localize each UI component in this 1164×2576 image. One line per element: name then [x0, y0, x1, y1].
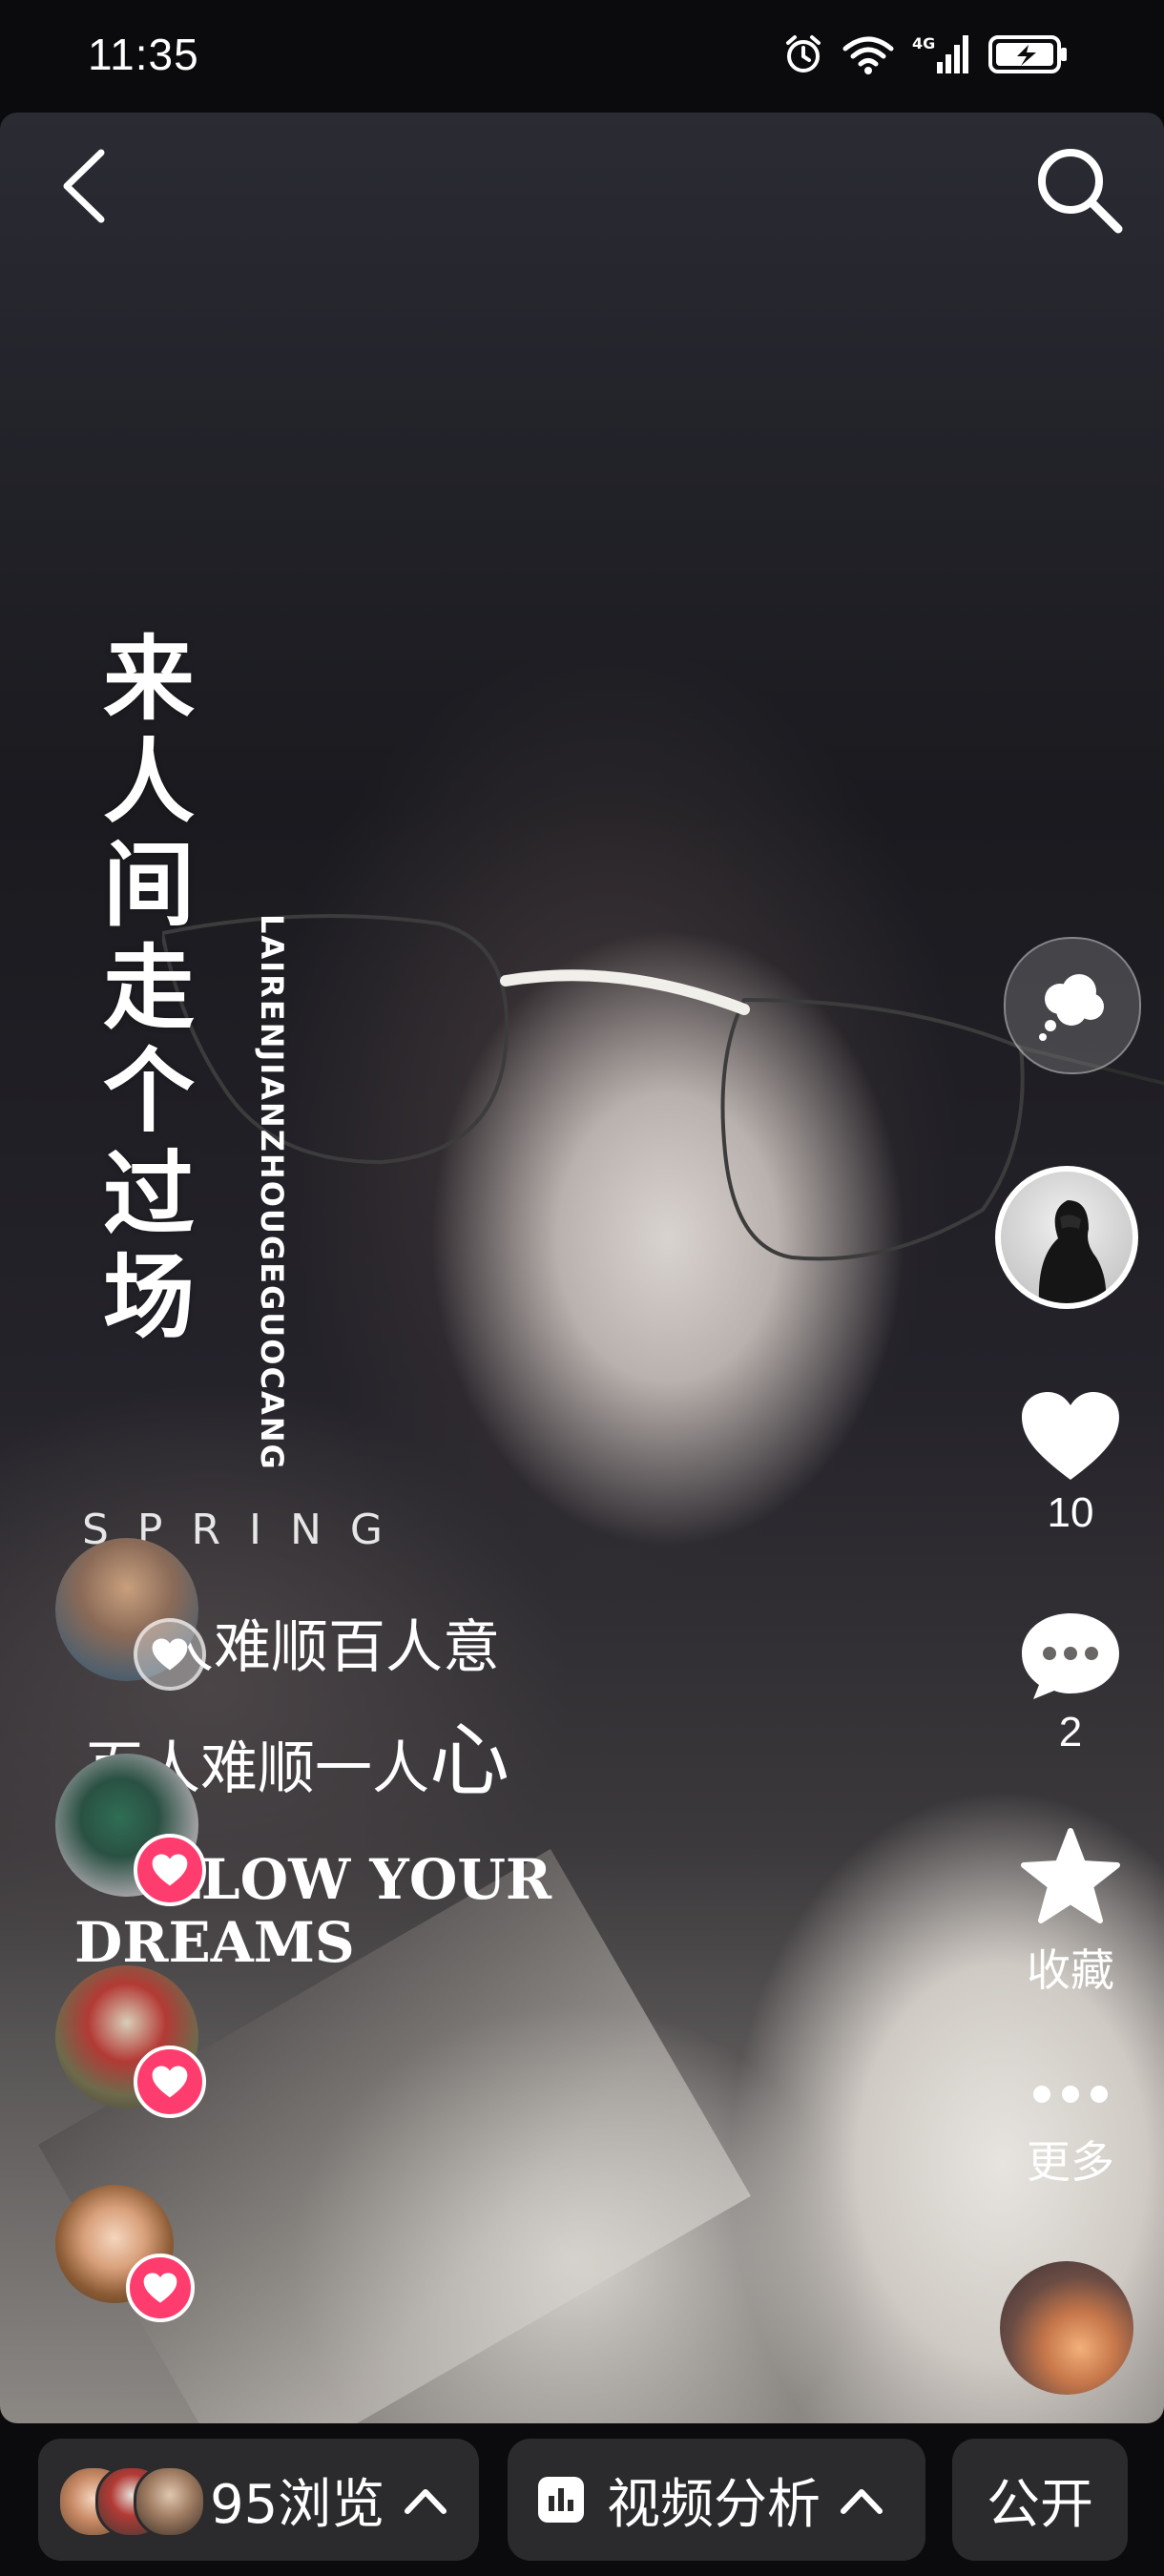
- like-count: 10: [1047, 1489, 1094, 1536]
- heart-icon: [143, 2273, 177, 2303]
- star-icon: [1021, 1828, 1120, 1923]
- like-button[interactable]: 10: [992, 1388, 1149, 1537]
- favorite-button[interactable]: 收藏: [992, 1827, 1149, 1999]
- status-bar: 11:35 4G: [0, 0, 1164, 113]
- overlay-line-2-big: 心: [429, 1714, 510, 1807]
- heart-icon: [1022, 1392, 1119, 1480]
- battery-charging-icon: [988, 35, 1067, 73]
- liker-avatar-3[interactable]: [55, 1965, 206, 2118]
- status-icons: 4G: [782, 31, 1069, 78]
- status-time: 11:35: [88, 30, 199, 79]
- liker-avatar-4[interactable]: [55, 2185, 195, 2322]
- views-button[interactable]: 95浏览: [38, 2439, 479, 2561]
- overlay-line-3: LLOW YOUR: [162, 1847, 552, 1912]
- heart-icon: [152, 1638, 188, 1671]
- comment-count: 2: [1058, 1709, 1083, 1755]
- liker-avatar-2[interactable]: [55, 1754, 206, 1906]
- viewer-avatars: [57, 2463, 206, 2538]
- more-dots-icon: [1033, 2086, 1108, 2103]
- wifi-icon: [842, 36, 894, 74]
- analytics-icon: [538, 2477, 584, 2523]
- music-disc[interactable]: [1000, 2261, 1133, 2395]
- heart-icon: [152, 1854, 188, 1886]
- search-icon[interactable]: [1030, 141, 1126, 237]
- comment-button[interactable]: 2: [992, 1608, 1149, 1756]
- thought-bubble-icon: [1039, 974, 1104, 1041]
- heart-icon: [152, 2066, 188, 2098]
- thought-bubble-button[interactable]: [1004, 937, 1141, 1074]
- video-analysis-button[interactable]: 视频分析: [508, 2439, 925, 2561]
- liked-heart-badge: [134, 2046, 206, 2118]
- cover-title: 来人间走个过场: [103, 626, 195, 1351]
- comment-icon: [1022, 1613, 1119, 1699]
- visibility-public-button[interactable]: 公开: [952, 2439, 1128, 2561]
- liker-avatar-1[interactable]: [55, 1538, 206, 1691]
- svg-text:4G: 4G: [912, 34, 935, 52]
- video-analysis-label: 视频分析: [607, 2473, 821, 2536]
- author-avatar-image: [1038, 1200, 1107, 1303]
- signal-4g-icon: 4G: [912, 34, 968, 73]
- viewer-avatar: [134, 2465, 206, 2538]
- chevron-up-icon: [405, 2489, 447, 2514]
- visibility-label: 公开: [987, 2473, 1093, 2536]
- chevron-up-icon: [841, 2489, 883, 2514]
- more-label: 更多: [1027, 2136, 1114, 2188]
- back-button[interactable]: [46, 143, 132, 229]
- views-label: 95浏览: [210, 2473, 385, 2536]
- liked-heart-badge: [134, 1834, 206, 1906]
- liked-heart-badge: [134, 1618, 206, 1691]
- author-avatar[interactable]: [995, 1166, 1138, 1309]
- alarm-icon: [786, 35, 821, 73]
- more-button[interactable]: 更多: [992, 2070, 1149, 2191]
- favorite-label: 收藏: [1027, 1944, 1114, 1996]
- liked-heart-badge: [126, 2254, 195, 2322]
